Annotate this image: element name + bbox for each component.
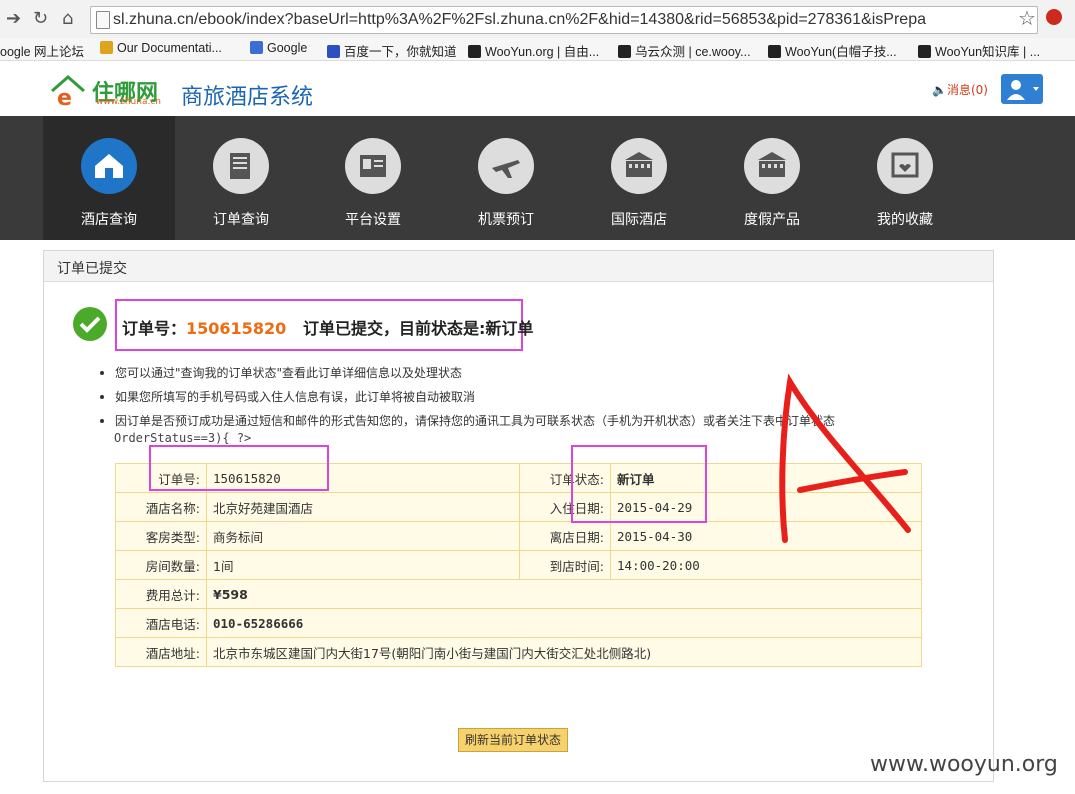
count-label: 房间数量: (115, 550, 207, 580)
nav-label: 酒店查询 (81, 212, 137, 228)
nav-order-search[interactable]: 订单查询 (175, 116, 307, 240)
hotel-value: 北京好苑建国酒店 (206, 492, 520, 522)
bookmark-label: WooYun(白帽子技... (785, 45, 897, 59)
room-value: 商务标间 (206, 521, 520, 551)
bookmarks-bar: oogle 网上论坛 Our Documentati... Google 百度一… (0, 38, 1075, 61)
nav-platform-settings[interactable]: 平台设置 (307, 116, 439, 240)
id-card-icon (345, 138, 401, 194)
document-icon (213, 138, 269, 194)
reload-icon[interactable]: ↻ (33, 8, 48, 29)
home-icon[interactable]: ⌂ (62, 8, 73, 29)
messages-link[interactable]: 🔈消息(0) (932, 81, 988, 98)
user-avatar-button[interactable] (1001, 74, 1043, 104)
speaker-icon: 🔈 (932, 83, 947, 97)
logo-icon: e (51, 75, 85, 107)
baidu-icon (327, 45, 340, 58)
svg-text:e: e (57, 86, 72, 107)
wooyun-icon (918, 45, 931, 58)
order-number: 150615820 (186, 319, 287, 338)
address-value: 北京市东城区建国门内大街17号(朝阳门南小街与建国门内大街交汇处北侧路北) (206, 637, 922, 667)
url-text: sl.zhuna.cn/ebook/index?baseUrl=http%3A%… (113, 11, 926, 28)
bookmark-label: Google (267, 41, 308, 55)
count-value: 1间 (206, 550, 520, 580)
highlight-box-status (571, 445, 707, 523)
bookmark-favicon-icon (100, 41, 113, 54)
wooyun-icon (768, 45, 781, 58)
refresh-status-button[interactable]: 刷新当前订单状态 (458, 728, 568, 752)
house-icon (81, 138, 137, 194)
bookmark-item[interactable]: oogle 网上论坛 (0, 41, 84, 60)
order-status-text: 订单已提交，目前状态是:新订单 (302, 319, 534, 338)
page-icon (96, 11, 110, 29)
building-icon (611, 138, 667, 194)
hotel-label: 酒店名称: (115, 492, 207, 522)
messages-label: 消息(0) (946, 83, 988, 97)
phone-value: 010-65286666 (206, 608, 922, 638)
bookmark-item[interactable]: WooYun(白帽子技... (768, 41, 897, 60)
bookmark-item[interactable]: WooYun知识库 | ... (918, 41, 1040, 60)
extension-icon[interactable] (1046, 9, 1062, 25)
phone-label: 酒店电话: (115, 608, 207, 638)
nav-label: 国际酒店 (611, 212, 667, 228)
building-icon (744, 138, 800, 194)
table-row: 酒店地址: 北京市东城区建国门内大街17号(朝阳门南小街与建国门内大街交汇处北侧… (115, 637, 922, 667)
table-row: 房间数量: 1间 到店时间: 14:00-20:00 (115, 550, 922, 580)
bookmark-item[interactable]: 百度一下，你就知道 (327, 41, 457, 60)
table-row: 酒店电话: 010-65286666 (115, 608, 922, 638)
nav-label: 订单查询 (213, 212, 269, 228)
main-nav: 酒店查询 订单查询 平台设置 机票预订 国际酒店 度假产品 我的收藏 (0, 116, 1075, 240)
browser-toolbar: ➔ ↻ ⌂ sl.zhuna.cn/ebook/index?baseUrl=ht… (0, 0, 1075, 39)
order-summary-highlight: 订单号：150615820 订单已提交，目前状态是:新订单 (115, 299, 533, 351)
nav-international-hotels[interactable]: 国际酒店 (573, 116, 705, 240)
bookmark-label: WooYun.org | 自由... (485, 45, 600, 59)
address-label: 酒店地址: (115, 637, 207, 667)
arrive-value: 14:00-20:00 (610, 550, 922, 580)
highlight-box-order-no (149, 445, 329, 491)
watermark: www.wooyun.org (870, 752, 1058, 777)
bookmark-item[interactable]: Google (250, 41, 307, 55)
arrive-label: 到店时间: (519, 550, 611, 580)
nav-label: 平台设置 (345, 212, 401, 228)
nav-my-favorites[interactable]: 我的收藏 (839, 116, 971, 240)
bookmark-label: 百度一下，你就知道 (344, 45, 457, 59)
nav-hotel-search[interactable]: 酒店查询 (43, 116, 175, 240)
bookmark-item[interactable]: Our Documentati... (100, 41, 222, 55)
wooyun-icon (468, 45, 481, 58)
system-title: 商旅酒店系统 (181, 85, 314, 110)
room-label: 客房类型: (115, 521, 207, 551)
checkmark-icon (73, 307, 107, 341)
logo-url: www.zhuna.cn (96, 97, 161, 107)
bookmark-item[interactable]: 乌云众测 | ce.wooy... (618, 41, 751, 60)
favorites-icon (877, 138, 933, 194)
address-bar[interactable]: sl.zhuna.cn/ebook/index?baseUrl=http%3A%… (90, 6, 1038, 34)
bookmark-label: Our Documentati... (117, 41, 222, 55)
google-icon (250, 41, 263, 54)
red-scribble-annotation (779, 373, 911, 543)
leaked-code: OrderStatus==3){ ?> (114, 431, 252, 445)
forward-arrow-icon[interactable]: ➔ (6, 8, 21, 29)
total-value: ¥598 (206, 579, 922, 609)
nav-label: 机票预订 (478, 212, 534, 228)
nav-flight-booking[interactable]: 机票预订 (440, 116, 572, 240)
nav-vacation-products[interactable]: 度假产品 (706, 116, 838, 240)
user-icon (1007, 80, 1039, 100)
total-label: 费用总计: (115, 579, 207, 609)
bookmark-item[interactable]: WooYun.org | 自由... (468, 41, 599, 60)
bookmark-label: 乌云众测 | ce.wooy... (635, 45, 751, 59)
bookmark-label: WooYun知识库 | ... (935, 45, 1041, 59)
nav-label: 度假产品 (744, 212, 800, 228)
wooyun-icon (618, 45, 631, 58)
site-header: e 住哪网 www.zhuna.cn 商旅酒店系统 🔈消息(0) (0, 61, 1075, 116)
nav-label: 我的收藏 (877, 212, 933, 228)
order-prefix: 订单号： (122, 319, 187, 338)
panel-header: 订单已提交 (44, 251, 993, 282)
panel-title: 订单已提交 (57, 261, 127, 277)
star-icon[interactable]: ☆ (1018, 6, 1036, 30)
checkout-label: 离店日期: (519, 521, 611, 551)
order-summary: 订单号：150615820 订单已提交，目前状态是:新订单 (122, 315, 533, 339)
airplane-icon (478, 138, 534, 194)
table-row: 费用总计: ¥598 (115, 579, 922, 609)
